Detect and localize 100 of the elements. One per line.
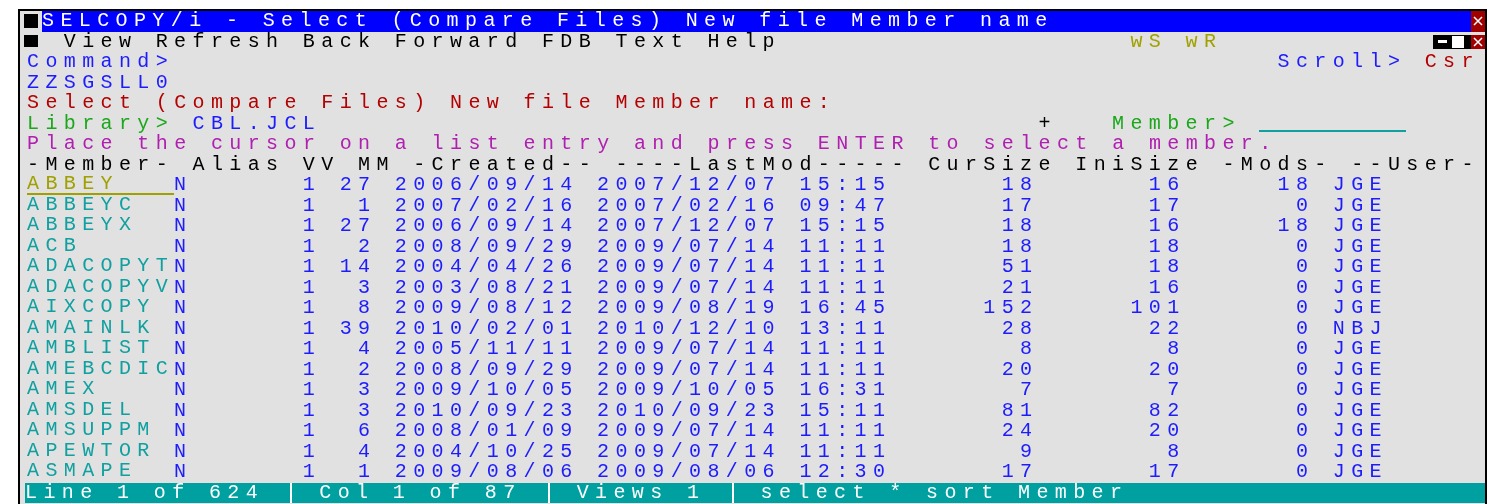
current-size: 24 xyxy=(1001,422,1039,441)
member-name[interactable]: AIXCOPY xyxy=(27,298,175,319)
modification-cell: 39 xyxy=(339,319,377,338)
modified-timestamp: 2009/07/14 11:11 xyxy=(597,258,892,277)
created-date: 2005/11/11 xyxy=(394,340,579,359)
modified-timestamp: 2009/10/05 16:31 xyxy=(597,381,892,400)
initial-size: 16 xyxy=(1148,278,1186,297)
mods-count: 0 xyxy=(1295,381,1315,400)
created-date: 2004/04/26 xyxy=(394,258,579,277)
modified-timestamp: 2010/09/23 15:11 xyxy=(597,401,892,420)
menu-item[interactable]: Back xyxy=(302,32,377,51)
column-header: VV xyxy=(302,155,340,174)
close-icon[interactable] xyxy=(1471,11,1485,32)
current-size: 20 xyxy=(1001,360,1039,379)
version-cell: 1 xyxy=(302,278,322,297)
created-date: 2008/01/09 xyxy=(394,422,579,441)
member-name[interactable]: AMSUPPM xyxy=(27,421,175,442)
version-cell: 1 xyxy=(302,299,322,318)
menu-item[interactable]: FDB xyxy=(541,32,598,51)
current-size: 7 xyxy=(1020,381,1039,400)
maximize-icon[interactable] xyxy=(1452,34,1471,49)
library-label: Library> xyxy=(27,114,175,133)
minimize-icon[interactable] xyxy=(1433,34,1452,49)
scroll-value[interactable]: Csr xyxy=(1424,53,1480,72)
column-header: Alias xyxy=(192,155,285,174)
version-cell: 1 xyxy=(302,442,322,461)
menu-item[interactable]: Help xyxy=(707,32,781,51)
initial-size: 20 xyxy=(1148,360,1186,379)
window-indicator[interactable]: wR xyxy=(1185,32,1223,51)
mods-count: 0 xyxy=(1295,463,1315,482)
member-name[interactable]: ABBEY xyxy=(27,175,175,196)
current-size: 21 xyxy=(1001,278,1039,297)
member-name[interactable]: ABBEYX xyxy=(27,216,175,237)
modification-cell: 8 xyxy=(358,299,377,318)
version-cell: 1 xyxy=(302,401,322,420)
member-name[interactable]: APEWTOR xyxy=(27,441,175,462)
window-indicator[interactable]: wS xyxy=(1130,32,1168,51)
mods-count: 0 xyxy=(1295,340,1315,359)
close-icon[interactable] xyxy=(1471,34,1485,49)
mods-count: 0 xyxy=(1295,258,1315,277)
menu-item[interactable]: Refresh xyxy=(155,32,285,51)
alias-cell: N xyxy=(174,176,193,195)
member-name[interactable]: AMEBCDIC xyxy=(27,359,175,380)
current-size: 81 xyxy=(1001,401,1039,420)
member-name[interactable]: ABBEYC xyxy=(27,195,175,216)
member-name[interactable]: ADACOPYV xyxy=(27,277,175,298)
member-name[interactable]: AMAINLK xyxy=(27,318,175,339)
menu-item[interactable]: Text xyxy=(615,32,690,51)
mods-count: 0 xyxy=(1295,442,1315,461)
column-header: -Created-- xyxy=(413,155,598,174)
user-id: JGE xyxy=(1332,237,1388,256)
modified-timestamp: 2009/07/14 11:11 xyxy=(597,442,892,461)
initial-size: 8 xyxy=(1167,340,1186,359)
window-menu-icon[interactable] xyxy=(24,14,38,29)
status-text: Line 1 of 624 xyxy=(25,483,265,502)
mods-count: 0 xyxy=(1295,360,1315,379)
menu-item[interactable]: View xyxy=(63,32,138,51)
modification-cell: 4 xyxy=(358,340,377,359)
created-date: 2009/08/06 xyxy=(394,463,579,482)
mods-count: 0 xyxy=(1295,278,1315,297)
alias-cell: N xyxy=(174,196,193,215)
mods-count: 0 xyxy=(1295,422,1315,441)
initial-size: 18 xyxy=(1148,258,1186,277)
member-name[interactable]: AMSDEL xyxy=(27,400,175,421)
initial-size: 22 xyxy=(1148,319,1186,338)
version-cell: 1 xyxy=(302,237,322,256)
member-name[interactable]: AMBLIST xyxy=(27,339,175,360)
instruction-text: Place the cursor on a list entry and press ENTER to select a member. xyxy=(27,135,1278,154)
menu-item[interactable]: Forward xyxy=(394,32,524,51)
library-value[interactable]: CBL.JCL xyxy=(192,114,322,133)
user-id: JGE xyxy=(1332,258,1388,277)
user-id: JGE xyxy=(1332,217,1388,236)
user-id: JGE xyxy=(1332,422,1388,441)
user-id: NBJ xyxy=(1332,319,1388,338)
member-name[interactable]: ASMAPE xyxy=(27,462,175,483)
created-date: 2007/02/16 xyxy=(394,196,579,215)
status-text: Views 1 xyxy=(576,483,706,502)
prompt-plus[interactable]: + xyxy=(1038,114,1057,133)
status-text: select * sort Member xyxy=(760,483,1129,502)
member-name[interactable]: ACB xyxy=(27,236,175,257)
created-date: 2009/10/05 xyxy=(394,381,579,400)
modified-timestamp: 2007/12/07 15:15 xyxy=(597,176,892,195)
modification-cell: 3 xyxy=(358,381,377,400)
version-cell: 1 xyxy=(302,463,322,482)
user-id: JGE xyxy=(1332,360,1388,379)
user-id: JGE xyxy=(1332,401,1388,420)
panel-heading: Select (Compare Files) New file Member name: xyxy=(27,94,837,113)
created-date: 2010/02/01 xyxy=(394,319,579,338)
created-date: 2006/09/14 xyxy=(394,217,579,236)
version-cell: 1 xyxy=(302,422,322,441)
current-size: 18 xyxy=(1001,237,1039,256)
column-header: MM xyxy=(358,155,395,174)
status-text: Col 1 of 87 xyxy=(319,483,522,502)
member-name[interactable]: ADACOPYT xyxy=(27,257,175,278)
initial-size: 8 xyxy=(1167,442,1186,461)
member-name[interactable]: AMEX xyxy=(27,380,175,401)
initial-size: 7 xyxy=(1167,381,1186,400)
mods-count: 18 xyxy=(1277,176,1315,195)
modified-timestamp: 2009/07/14 11:11 xyxy=(597,340,892,359)
initial-size: 101 xyxy=(1130,299,1186,318)
